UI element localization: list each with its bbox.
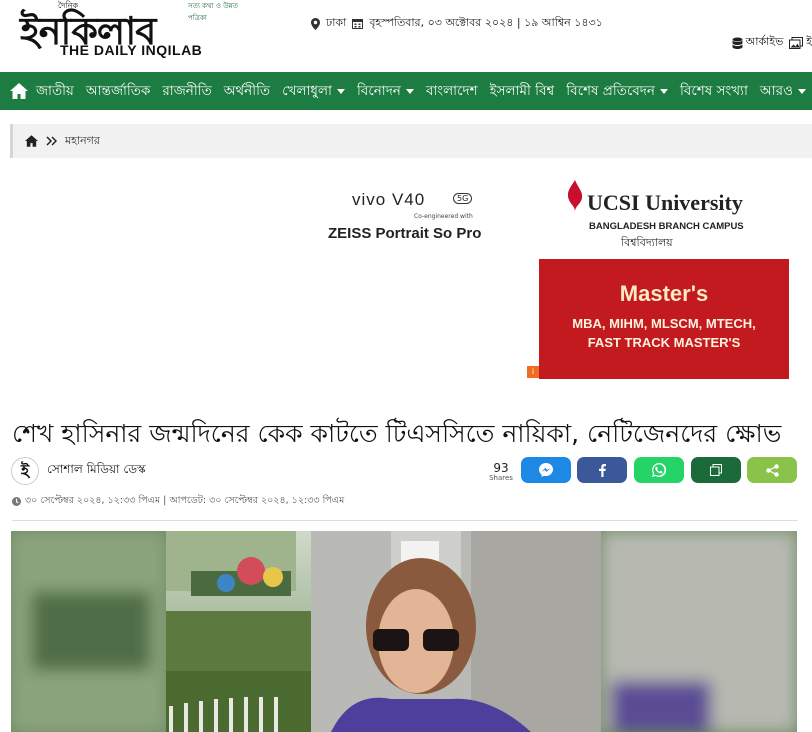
author-block[interactable]: ই সোশাল মিডিয়া ডেস্ক xyxy=(11,457,146,485)
vivo-zeiss: ZEISS Portrait So Pro xyxy=(328,225,482,242)
promo-line-2: FAST TRACK MASTER'S xyxy=(587,335,741,350)
whatsapp-icon xyxy=(652,463,666,477)
timestamp-text: ৩০ সেপ্টেম্বর ২০২৪, ১২:৩৩ পিএম | আপডেট: … xyxy=(25,495,345,506)
copy-icon xyxy=(710,464,722,476)
vivo-title: vivo V40 xyxy=(352,190,426,209)
ucsi-flame-logo xyxy=(567,180,583,212)
nav-label: রাজনীতি xyxy=(162,82,212,99)
chevron-down-icon xyxy=(798,88,806,94)
vivo-co-engineered: Co-engineered with xyxy=(414,213,473,220)
ucsi-ad[interactable]: UCSI University BANGLADESH BRANCH CAMPUS… xyxy=(561,176,761,256)
logo-tagline: সত্য কথা ও উন্নত পত্রিকা xyxy=(188,2,238,22)
vivo-5g-badge: 5G xyxy=(453,193,473,204)
messenger-icon xyxy=(539,463,553,477)
nav-item-entertainment[interactable]: বিনোদন xyxy=(351,72,420,110)
nav-item-politics[interactable]: রাজনীতি xyxy=(156,72,217,110)
epaper-label: ই xyxy=(806,35,812,48)
facebook-share-button[interactable] xyxy=(577,457,627,483)
author-name: সোশাল মিডিয়া ডেস্ক xyxy=(47,462,146,476)
epaper-link[interactable]: ই xyxy=(789,33,812,52)
chevron-down-icon xyxy=(405,88,414,94)
promo-title: Master's xyxy=(619,281,709,306)
nav-label: আরও xyxy=(759,82,793,99)
copy-link-button[interactable] xyxy=(691,457,741,483)
share-count-label: Shares xyxy=(489,474,513,482)
more-share-button[interactable] xyxy=(747,457,797,483)
location-pin-icon xyxy=(311,17,320,30)
nav-item-international[interactable]: আন্তর্জাতিক xyxy=(80,72,156,110)
nav-item-economy[interactable]: অর্থনীতি xyxy=(218,72,276,110)
article-timestamp: ৩০ সেপ্টেম্বর ২০২৪, ১২:৩৩ পিএম | আপডেট: … xyxy=(12,494,344,509)
archive-link[interactable]: আর্কাইভ xyxy=(732,33,784,52)
nav-item-bangladesh[interactable]: বাংলাদেশ xyxy=(420,72,484,110)
archive-label: আর্কাইভ xyxy=(745,35,784,48)
ucsi-bn: বিশ্ববিদ্যালয় xyxy=(621,236,673,249)
nav-label: জাতীয় xyxy=(35,82,74,99)
nav-item-special-issue[interactable]: বিশেষ সংখ্যা xyxy=(674,72,754,110)
double-chevron-right-icon xyxy=(46,136,57,146)
site-header: দৈনিক সত্য কথা ও উন্নত পত্রিকা ইনকিলাব T… xyxy=(0,0,812,72)
nav-item-special-report[interactable]: বিশেষ প্রতিবেদন xyxy=(560,72,674,110)
header-meta: ঢাকা বৃহস্পতিবার, ০৩ অক্টোবর ২০২৪ | ১৯ আ… xyxy=(311,14,603,33)
article-headline: শেখ হাসিনার জন্মদিনের কেক কাটতে টিএসসিতে… xyxy=(12,419,782,448)
breadcrumb-current[interactable]: মহানগর xyxy=(65,132,100,151)
main-nav: জাতীয় আন্তর্জাতিক রাজনীতি অর্থনীতি খেলা… xyxy=(0,72,812,110)
whatsapp-share-button[interactable] xyxy=(634,457,684,483)
nav-label: আন্তর্জাতিক xyxy=(85,82,151,99)
current-date: বৃহস্পতিবার, ০৩ অক্টোবর ২০২৪ | ১৯ আশ্বিন… xyxy=(369,16,603,29)
nav-label: ইসলামী বিশ্ব xyxy=(489,82,555,99)
nav-label: বিশেষ সংখ্যা xyxy=(679,82,748,99)
promo-line-1: MBA, MIHM, MLSCM, MTECH, xyxy=(572,316,756,331)
article-photo[interactable] xyxy=(11,531,797,732)
location-label: ঢাকা xyxy=(326,16,347,29)
chevron-down-icon xyxy=(336,88,345,94)
share-count: 93 Shares xyxy=(486,462,516,482)
nav-label: খেলাধুলা xyxy=(282,82,332,99)
header-links: আর্কাইভ ই xyxy=(732,33,812,52)
adchoices-icon[interactable]: i xyxy=(527,366,539,378)
home-icon xyxy=(9,83,28,99)
share-icon xyxy=(765,463,779,477)
chevron-down-icon xyxy=(659,88,668,94)
database-icon xyxy=(732,37,743,49)
nav-label: অর্থনীতি xyxy=(223,82,271,99)
facebook-icon xyxy=(598,463,606,477)
home-icon[interactable] xyxy=(25,135,38,147)
article-photo-art xyxy=(11,531,797,732)
nav-item-national[interactable]: জাতীয় xyxy=(30,72,80,110)
vivo-ad[interactable]: vivo V40 5G Co-engineered with ZEISS Por… xyxy=(318,188,518,248)
messenger-share-button[interactable] xyxy=(521,457,571,483)
author-avatar: ই xyxy=(11,457,39,485)
breadcrumb: মহানগর xyxy=(10,124,812,158)
calendar-icon xyxy=(352,19,364,29)
nav-item-more[interactable]: আরও xyxy=(754,72,812,110)
clock-icon xyxy=(12,497,21,506)
divider xyxy=(12,520,798,521)
logo-sub: THE DAILY INQILAB xyxy=(60,42,203,58)
site-logo[interactable]: দৈনিক সত্য কথা ও উন্নত পত্রিকা ইনকিলাব T… xyxy=(20,0,252,62)
nav-item-islamic-world[interactable]: ইসলামী বিশ্ব xyxy=(484,72,561,110)
nav-label: বাংলাদেশ xyxy=(425,82,478,99)
ucsi-campus: BANGLADESH BRANCH CAMPUS xyxy=(589,221,744,232)
share-count-number: 93 xyxy=(493,461,509,475)
images-icon xyxy=(789,36,804,49)
nav-item-sports[interactable]: খেলাধুলা xyxy=(276,72,351,110)
ucsi-name: UCSI University xyxy=(587,190,743,215)
nav-home[interactable] xyxy=(8,72,30,110)
nav-label: বিনোদন xyxy=(356,82,401,99)
masters-promo-ad[interactable]: Master's MBA, MIHM, MLSCM, MTECH, FAST T… xyxy=(539,259,789,379)
nav-label: বিশেষ প্রতিবেদন xyxy=(566,82,655,99)
